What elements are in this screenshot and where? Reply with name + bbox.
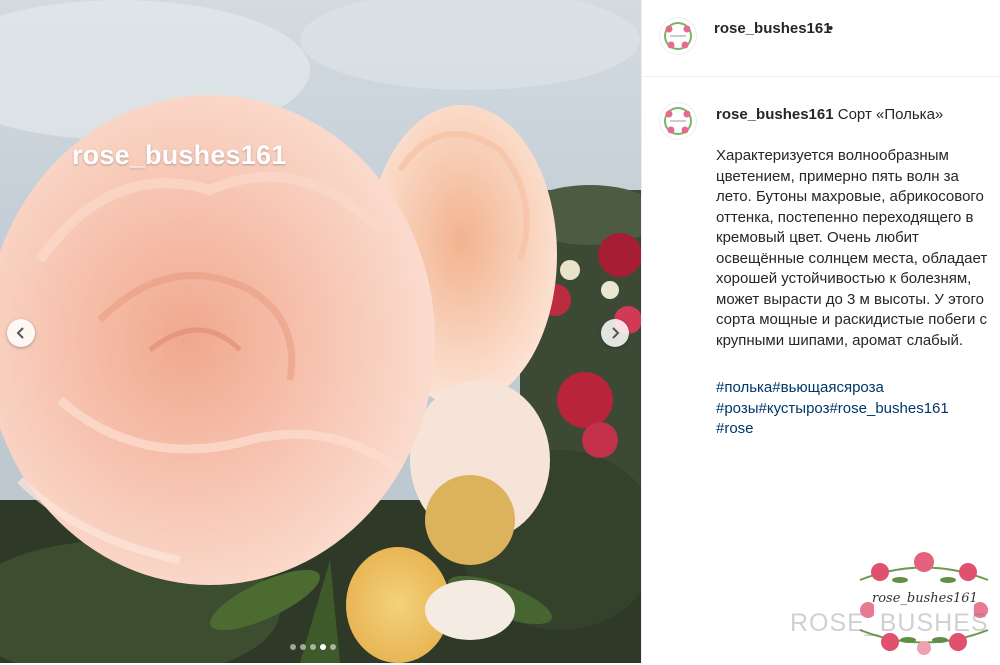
avatar[interactable] [659, 17, 697, 55]
rose-wreath-logo-icon [664, 107, 692, 135]
carousel-next-button[interactable] [601, 319, 629, 347]
avatar[interactable] [659, 102, 697, 140]
carousel-dot[interactable] [290, 644, 296, 650]
chevron-right-icon [612, 327, 620, 339]
hashtag-line[interactable]: #розы#кустыроз#rose_bushes161 [716, 399, 992, 420]
watermark-overlay: ROSE_BUSHES [790, 609, 989, 637]
post-photo: rose_bushes161 [0, 0, 641, 663]
hashtags: #полька#вьющаясяроза #розы#кустыроз#rose… [716, 378, 992, 440]
chevron-left-icon [16, 327, 24, 339]
caption-title: Сорт «Полька» [837, 106, 944, 123]
hashtag-line[interactable]: #rose [716, 419, 992, 440]
brand-logo: rose_bushes161 [850, 550, 998, 660]
header-username[interactable]: rose_bushes161 [714, 20, 832, 37]
caption-username[interactable]: rose_bushes161 [716, 106, 834, 123]
carousel-dot-active[interactable] [320, 644, 326, 650]
carousel-dot[interactable] [300, 644, 306, 650]
caption-body: Характеризуется волнообразным цветением,… [716, 146, 992, 351]
rose-photo-image [0, 0, 641, 663]
post-header: rose_bushes161 • [642, 0, 1000, 77]
carousel-dot[interactable] [330, 644, 336, 650]
photo-watermark-text: rose_bushes161 [72, 140, 287, 170]
caption-header: rose_bushes161 Сорт «Полька» [716, 106, 943, 123]
carousel-prev-button[interactable] [7, 319, 35, 347]
hashtag-line[interactable]: #полька#вьющаясяроза [716, 378, 992, 399]
carousel-indicator [290, 644, 336, 650]
caption-text: Характеризуется волнообразным цветением,… [716, 147, 988, 349]
carousel-dot[interactable] [310, 644, 316, 650]
rose-wreath-logo-icon [664, 22, 692, 50]
header-separator-dot: • [828, 20, 834, 37]
logo-text: rose_bushes161 [872, 591, 978, 606]
